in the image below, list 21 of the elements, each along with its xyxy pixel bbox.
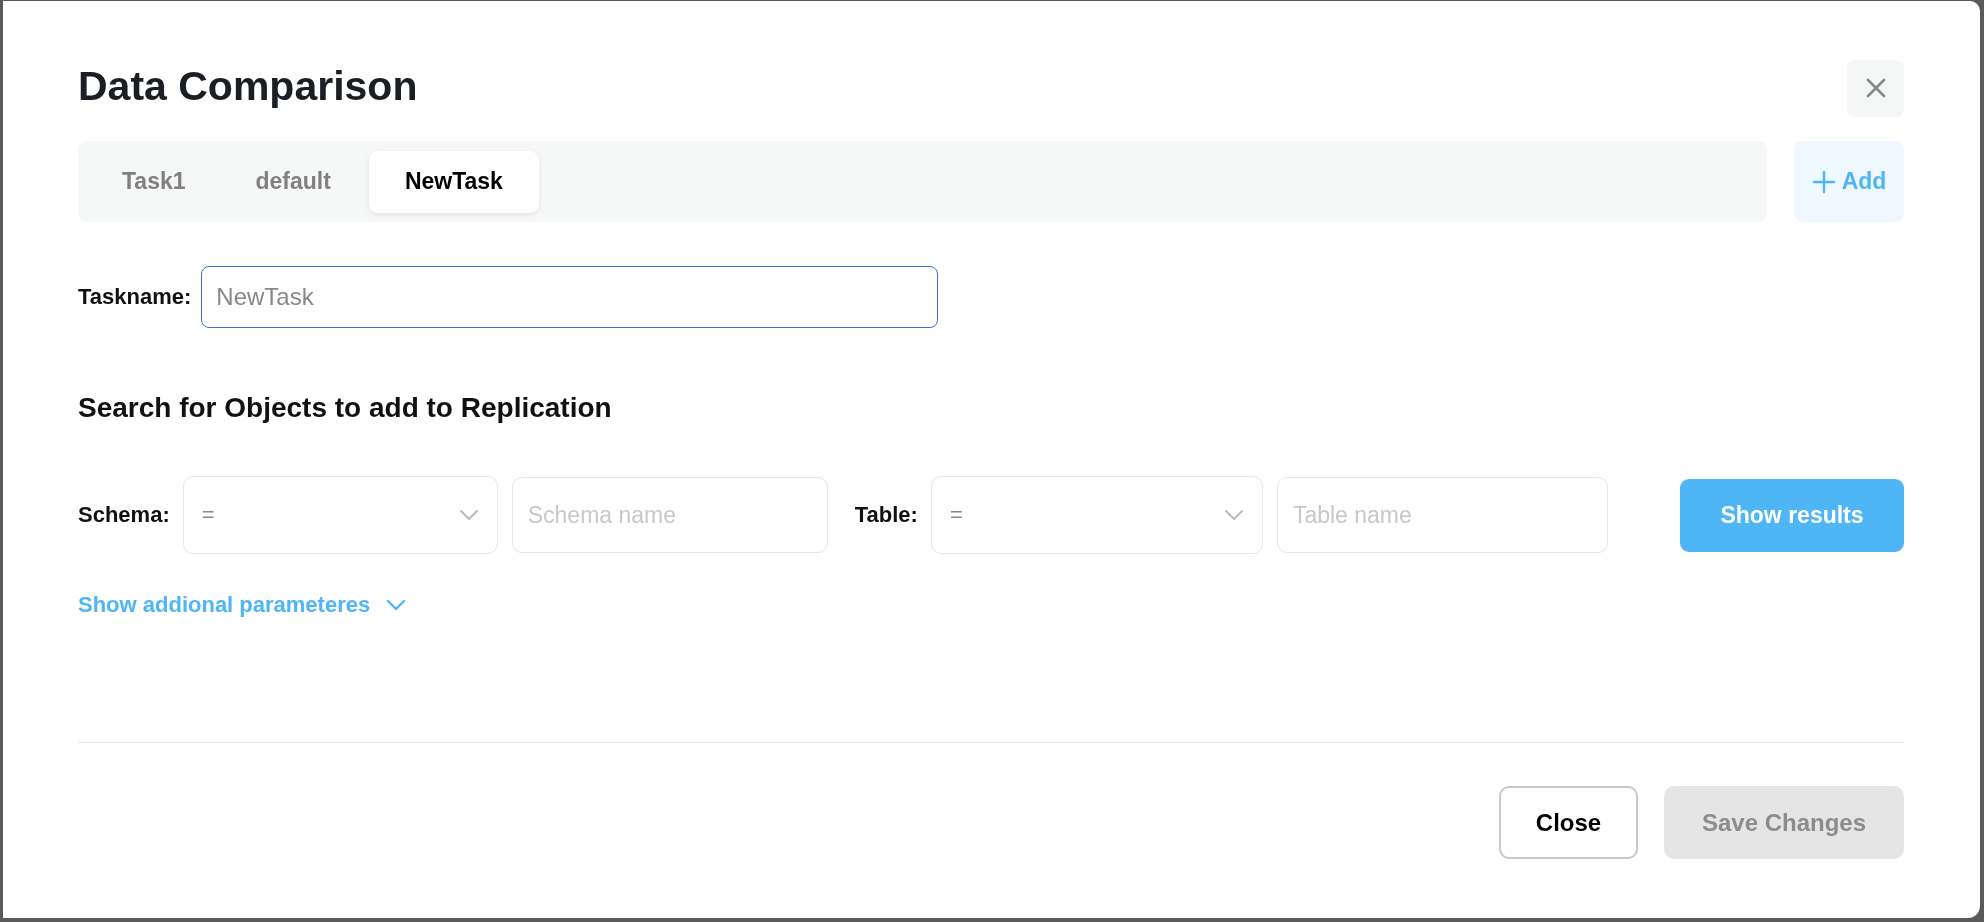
filter-label: Table:: [854, 502, 918, 528]
filter-label: Schema:: [78, 502, 170, 528]
additional-parameters-link[interactable]: Show addional parameteres: [78, 592, 407, 618]
close-button[interactable]: Close: [1499, 786, 1638, 859]
chevron-down-icon: [1223, 509, 1244, 521]
operator-dropdown[interactable]: =: [930, 476, 1263, 554]
section-heading: Search for Objects to add to Replication: [78, 392, 613, 424]
close-icon: [1864, 77, 1887, 99]
chevron-down-icon: [386, 599, 407, 611]
plus-icon: [1811, 169, 1836, 194]
operator-dropdown[interactable]: =: [182, 476, 498, 554]
dialog-title: Data Comparison: [78, 62, 418, 110]
show-results-button[interactable]: Show results: [1680, 478, 1904, 552]
taskname-field[interactable]: NewTask: [201, 266, 939, 328]
tab[interactable]: NewTask: [368, 150, 539, 213]
chevron-down-icon: [458, 509, 479, 521]
add-button[interactable]: Add: [1794, 141, 1904, 222]
close-button[interactable]: [1847, 59, 1904, 117]
tab[interactable]: Task1: [90, 150, 218, 213]
taskname-label: Taskname:: [78, 284, 192, 310]
tab[interactable]: default: [223, 150, 363, 213]
